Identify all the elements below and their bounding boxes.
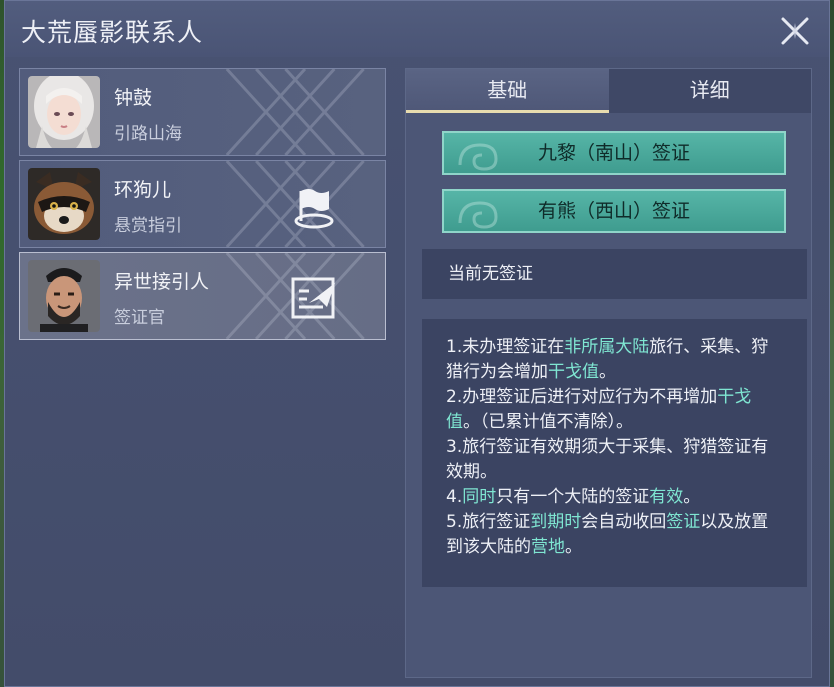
swirl-icon (458, 201, 498, 229)
bounty-flag-icon[interactable] (287, 179, 341, 233)
contact-item-yishi-jieyinren[interactable]: 异世接引人 签证官 (19, 252, 386, 340)
visa-south-label: 九黎（南山）签证 (537, 142, 690, 164)
rule-1: 1.未办理签证在非所属大陆旅行、采集、狩猎行为会增加干戈值。 (446, 335, 783, 385)
tab-bar: 基础 详细 (406, 69, 811, 113)
rule-text: 4. (446, 487, 463, 507)
contact-role: 签证官 (114, 308, 165, 328)
visa-rules: 1.未办理签证在非所属大陆旅行、采集、狩猎行为会增加干戈值。 2.办理签证后进行… (422, 319, 807, 587)
contact-role: 引路山海 (114, 124, 182, 144)
detail-panel: 基础 详细 九黎（南山）签证 有熊（西山）签证 当前无签证 1.未办理签证在非所… (405, 68, 812, 678)
visa-document-icon[interactable] (287, 271, 341, 325)
rule-5: 5.旅行签证到期时会自动收回签证以及放置到该大陆的营地。 (446, 510, 783, 560)
rule-text: 1.未办理签证在 (446, 337, 565, 357)
rule-text: 。 (599, 362, 616, 382)
rule-highlight: 到期时 (530, 512, 582, 532)
contacts-window: 大荒蜃影联系人 钟鼓 引路山海 环狗儿 悬赏指引 异世接引人 签证官 基础 详细… (4, 0, 830, 687)
raccoon-avatar (28, 168, 100, 240)
rule-2: 2.办理签证后进行对应行为不再增加干戈值。（已累计值不清除）。 (446, 385, 783, 435)
rule-highlight: 非所属大陆 (564, 337, 650, 357)
contact-item-huangouer[interactable]: 环狗儿 悬赏指引 (19, 160, 386, 248)
close-button[interactable] (775, 11, 815, 51)
rule-text: 5.旅行签证 (446, 512, 531, 532)
rule-text: 2.办理签证后进行对应行为不再增加 (446, 387, 718, 407)
avatar (28, 260, 100, 332)
close-icon (781, 17, 809, 45)
contact-list: 钟鼓 引路山海 环狗儿 悬赏指引 异世接引人 签证官 (19, 68, 386, 344)
white-haired-woman-avatar (28, 76, 100, 148)
bearded-official-avatar (28, 260, 100, 332)
rule-highlight: 签证 (666, 512, 701, 532)
lattice-pattern (225, 69, 365, 155)
contact-name: 环狗儿 (114, 179, 172, 201)
window-title: 大荒蜃影联系人 (21, 18, 204, 47)
rule-highlight: 营地 (531, 537, 565, 557)
rule-text: 。 (565, 537, 582, 557)
avatar (28, 168, 100, 240)
rule-text: 只有一个大陆的签证 (496, 487, 650, 507)
rule-highlight: 同时 (462, 487, 497, 507)
rule-highlight: 有效 (649, 487, 684, 507)
tab-basic[interactable]: 基础 (406, 69, 609, 113)
title-bar: 大荒蜃影联系人 (5, 1, 829, 57)
visa-west-button[interactable]: 有熊（西山）签证 (442, 189, 786, 233)
swirl-icon (458, 143, 498, 171)
rule-text: 。（已累计值不清除）。 (463, 412, 633, 432)
contact-role: 悬赏指引 (114, 216, 182, 236)
visa-south-button[interactable]: 九黎（南山）签证 (442, 131, 786, 175)
rule-text: 会自动收回 (581, 512, 667, 532)
avatar (28, 76, 100, 148)
contact-name: 钟鼓 (114, 87, 153, 109)
visa-status: 当前无签证 (422, 249, 807, 299)
contact-item-zhonggu[interactable]: 钟鼓 引路山海 (19, 68, 386, 156)
visa-west-label: 有熊（西山）签证 (537, 200, 690, 222)
tab-detail[interactable]: 详细 (608, 69, 811, 113)
contact-name: 异世接引人 (114, 271, 210, 293)
rule-text: 。 (683, 487, 701, 507)
rule-4: 4.同时只有一个大陆的签证有效。 (446, 485, 783, 510)
rule-3: 3.旅行签证有效期须大于采集、狩猎签证有效期。 (446, 437, 769, 482)
rule-highlight: 干戈值 (548, 362, 599, 382)
